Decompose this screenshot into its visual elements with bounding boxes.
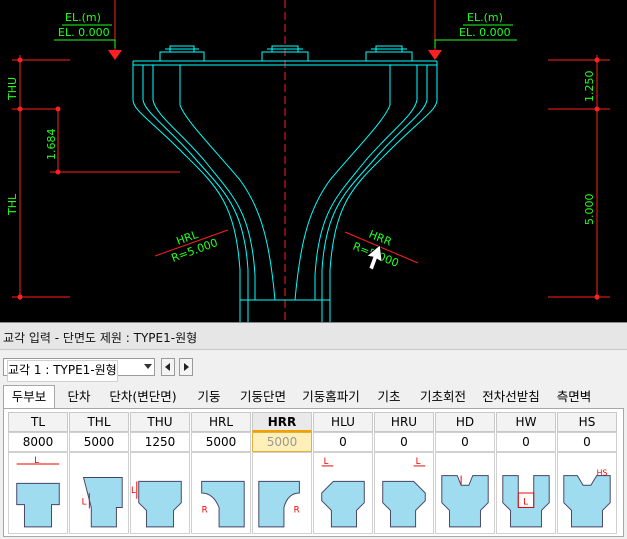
dim-1684-label: 1.684 — [45, 129, 58, 161]
el-left-value: EL. 0.000 — [58, 26, 110, 39]
window-title: 교각 입력 - 단면도 제원 : TYPE1-원형 — [3, 331, 198, 345]
dim-thl-label: THL — [6, 193, 19, 216]
param-input-hw[interactable]: 0 — [496, 432, 556, 452]
el-right-marker-icon — [428, 50, 442, 60]
arrow-left-icon — [165, 363, 170, 371]
groove-depth-icon — [435, 452, 495, 534]
param-header-hd: HD — [435, 412, 495, 432]
param-header-hru: HRU — [374, 412, 434, 432]
param-header-thu: THU — [130, 412, 190, 432]
cap-upper-height-icon: L — [130, 452, 190, 534]
param-header-tl: TL — [8, 412, 68, 432]
tab-side-wall[interactable]: 측면벽 — [549, 386, 599, 407]
el-right-label: EL.(m) — [467, 11, 503, 24]
next-pier-button[interactable] — [179, 358, 193, 376]
svg-text:L: L — [523, 498, 528, 508]
param-input-hru[interactable]: 0 — [374, 432, 434, 452]
tab-footing[interactable]: 기초 — [369, 386, 409, 407]
param-input-hrl[interactable]: 5000 — [191, 432, 251, 452]
svg-text:R: R — [294, 505, 300, 515]
upper-right-chamfer-icon: L — [374, 452, 434, 534]
param-header-hw: HW — [496, 412, 556, 432]
tab-column-groove[interactable]: 기둥홈파기 — [296, 386, 366, 407]
arrow-right-icon — [184, 363, 189, 371]
upper-left-chamfer-icon: L — [313, 452, 373, 534]
param-header-thl: THL — [69, 412, 129, 432]
chevron-down-icon — [144, 364, 152, 369]
tab-step[interactable]: 단차 — [59, 386, 99, 407]
tab-head-beam[interactable]: 두부보 — [3, 385, 55, 408]
svg-text:L: L — [131, 486, 136, 496]
el-left-marker-icon — [108, 50, 122, 60]
param-header-hrr: HRR — [252, 412, 312, 432]
svg-text:L: L — [82, 498, 87, 508]
tab-column[interactable]: 기둥 — [189, 386, 229, 407]
tab-catenary-support[interactable]: 전차선받침 — [476, 386, 546, 407]
tab-step-variable[interactable]: 단차(변단면) — [103, 386, 183, 407]
param-input-hlu[interactable]: 0 — [313, 432, 373, 452]
param-input-hd[interactable]: 0 — [435, 432, 495, 452]
panel-titlebar: 교각 입력 - 단면도 제원 : TYPE1-원형 — [0, 323, 627, 350]
pier-select-dropdown[interactable]: 교각 1 : TYPE1-원형 — [3, 358, 155, 382]
tab-footing-rotation[interactable]: 기초회전 — [413, 386, 473, 407]
tab-column-section[interactable]: 기둥단면 — [233, 386, 293, 407]
param-input-tl[interactable]: 8000 — [8, 432, 68, 452]
left-radius-icon: R — [191, 452, 251, 534]
groove-width-icon: L — [496, 452, 556, 534]
pier-select-value: 교각 1 : TYPE1-원형 — [7, 360, 118, 382]
svg-text:R: R — [202, 505, 208, 515]
param-input-thl[interactable]: 5000 — [69, 432, 129, 452]
groove-slope-icon: HS — [557, 452, 617, 534]
dim-1250-label: 1.250 — [583, 71, 596, 103]
svg-text:L: L — [416, 457, 421, 467]
prev-pier-button[interactable] — [161, 358, 175, 376]
bearing-right-icon — [365, 45, 413, 62]
cap-lower-height-icon: L — [69, 452, 129, 534]
param-header-hlu: HLU — [313, 412, 373, 432]
param-input-hrr[interactable]: 5000 — [252, 432, 312, 452]
el-left-label: EL.(m) — [65, 11, 101, 24]
svg-text:HS: HS — [597, 469, 608, 478]
svg-text:L: L — [324, 457, 329, 467]
param-header-hrl: HRL — [191, 412, 251, 432]
param-input-hs[interactable]: 0 — [557, 432, 617, 452]
bearing-left-icon — [159, 45, 205, 62]
dim-thu-label: THU — [6, 77, 19, 101]
cad-drawing-canvas[interactable]: EL.(m) EL. 0.000 EL.(m) EL. 0.000 THU TH… — [0, 0, 627, 322]
el-right-value: EL. 0.000 — [459, 26, 511, 39]
dim-5000-label: 5.000 — [583, 194, 596, 226]
cap-width-icon: L — [8, 452, 68, 534]
right-radius-icon: R — [252, 452, 312, 534]
param-header-hs: HS — [557, 412, 617, 432]
svg-text:L: L — [34, 456, 39, 466]
section-tabs: 두부보 단차 단차(변단면) 기둥 기둥단면 기둥홈파기 기초 기초회전 전차선… — [3, 385, 623, 408]
param-input-thu[interactable]: 1250 — [130, 432, 190, 452]
input-panel: 교각 입력 - 단면도 제원 : TYPE1-원형 교각 1 : TYPE1-원… — [0, 322, 627, 539]
